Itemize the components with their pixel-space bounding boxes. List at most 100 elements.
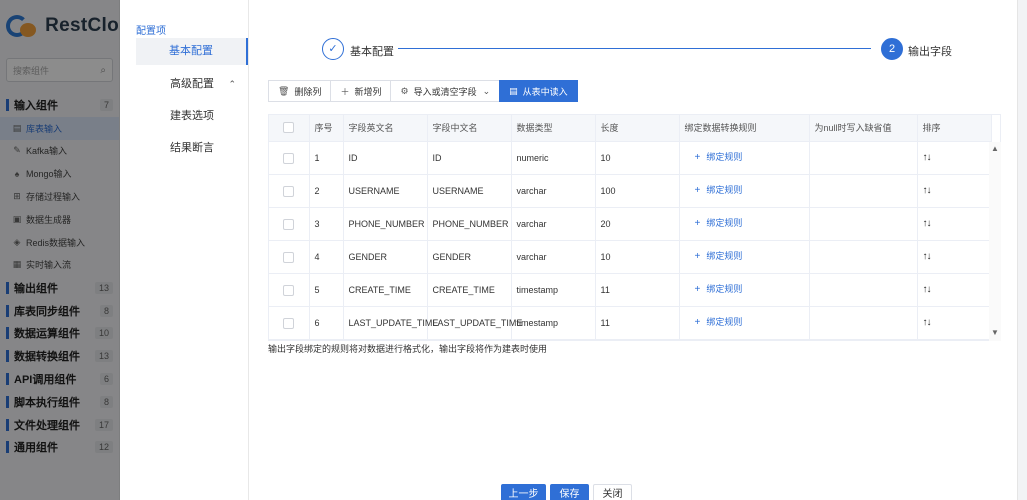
- scroll-down-icon[interactable]: ▼: [989, 328, 1001, 337]
- add-column-button[interactable]: ＋ 新增列: [330, 80, 392, 102]
- group-count: 17: [94, 418, 113, 431]
- sort-arrows-icon[interactable]: ↑↓: [923, 152, 932, 163]
- cell-en-name: USERNAME: [343, 174, 428, 208]
- group-script[interactable]: 脚本执行组件 8: [0, 390, 119, 413]
- search-icon: ⌕: [100, 64, 106, 76]
- component-search-input[interactable]: 搜索组件 ⌕: [6, 58, 113, 82]
- delete-column-button[interactable]: 🗑 删除列: [268, 80, 332, 102]
- row-checkbox[interactable]: [269, 207, 310, 241]
- save-button[interactable]: 保存: [550, 484, 589, 500]
- row-checkbox[interactable]: [269, 141, 310, 175]
- bind-rule-link[interactable]: + 绑定规则: [685, 251, 743, 262]
- cell-bind-rule: + 绑定规则: [679, 273, 810, 307]
- group-count: 13: [94, 350, 113, 363]
- sort-arrows-icon[interactable]: ↑↓: [923, 251, 932, 262]
- cell-cn-name: ID: [427, 141, 512, 175]
- page-scrollbar[interactable]: [1017, 0, 1027, 500]
- button-label: 删除列: [294, 86, 322, 97]
- bind-rule-link[interactable]: + 绑定规则: [685, 284, 743, 295]
- bind-rule-link[interactable]: + 绑定规则: [685, 317, 743, 328]
- bind-rule-label: 绑定规则: [706, 152, 743, 162]
- cell-type: varchar: [511, 174, 596, 208]
- sidebar-item-data-generator[interactable]: ▣ 数据生成器: [0, 208, 119, 231]
- table-row: 6 LAST_UPDATE_TIME LAST_UPDATE_TIME timesta…: [269, 306, 992, 340]
- item-label: 存储过程输入: [26, 192, 81, 203]
- cell-null-default[interactable]: [809, 273, 918, 307]
- cell-bind-rule: + 绑定规则: [679, 306, 810, 340]
- config-nav-advanced[interactable]: 高级配置 ⌃: [136, 71, 248, 98]
- group-table-sync[interactable]: 库表同步组件 8: [0, 299, 119, 322]
- config-nav-title: 配置项: [136, 26, 166, 37]
- config-nav-result-assert[interactable]: 结果断言: [136, 135, 248, 162]
- cell-null-default[interactable]: [809, 306, 918, 340]
- cell-type: varchar: [511, 207, 596, 241]
- sort-arrows-icon[interactable]: ↑↓: [923, 185, 932, 196]
- group-label: 数据运算组件: [6, 325, 80, 341]
- stream-icon: ▦: [12, 259, 22, 270]
- step-2-label: 输出字段: [908, 46, 952, 58]
- cell-cn-name: LAST_UPDATE_TIME: [427, 306, 522, 340]
- nav-label: 建表选项: [170, 110, 214, 122]
- group-count: 10: [94, 327, 113, 340]
- plus-icon: +: [694, 317, 701, 328]
- column-header: 字段中文名: [427, 115, 512, 142]
- cell-length: 100: [595, 174, 680, 208]
- group-input[interactable]: 输入组件 7: [0, 94, 119, 117]
- table-hint-text: 输出字段绑定的规则将对数据进行格式化，输出字段将作为建表时使用: [268, 344, 548, 354]
- cell-sort: ↑↓: [917, 174, 992, 208]
- chevron-down-icon: ⌄: [482, 85, 491, 96]
- cell-no: 6: [309, 306, 344, 340]
- previous-step-button[interactable]: 上一步: [501, 484, 546, 500]
- sidebar-item-mongo-input[interactable]: ♠ Mongo输入: [0, 162, 119, 185]
- sidebar-item-redis-input[interactable]: ◈ Redis数据输入: [0, 231, 119, 254]
- sort-arrows-icon[interactable]: ↑↓: [923, 317, 932, 328]
- group-common[interactable]: 通用组件 12: [0, 436, 119, 459]
- cell-type: varchar: [511, 240, 596, 274]
- bind-rule-link[interactable]: + 绑定规则: [685, 218, 743, 229]
- sidebar-item-table-input[interactable]: ▤ 库表输入: [0, 116, 119, 140]
- row-checkbox[interactable]: [269, 174, 310, 208]
- scroll-up-icon[interactable]: ▲: [989, 144, 1001, 153]
- config-nav-table-options[interactable]: 建表选项: [136, 103, 248, 130]
- cell-length: 11: [595, 306, 680, 340]
- group-output[interactable]: 输出组件 13: [0, 276, 119, 299]
- cell-no: 4: [309, 240, 344, 274]
- row-checkbox[interactable]: [269, 240, 310, 274]
- group-label: 输出组件: [6, 280, 58, 296]
- nav-label: 结果断言: [170, 142, 214, 154]
- sidebar-item-stream-input[interactable]: ▦ 实时输入流: [0, 254, 119, 277]
- bind-rule-link[interactable]: + 绑定规则: [685, 185, 743, 196]
- plus-icon: +: [694, 152, 701, 163]
- sort-arrows-icon[interactable]: ↑↓: [923, 218, 932, 229]
- row-checkbox[interactable]: [269, 306, 310, 340]
- sidebar-item-kafka-input[interactable]: ✎ Kafka输入: [0, 140, 119, 163]
- cell-null-default[interactable]: [809, 141, 918, 175]
- cell-type: timestamp: [511, 273, 596, 307]
- row-checkbox[interactable]: [269, 273, 310, 307]
- cell-null-default[interactable]: [809, 207, 918, 241]
- nav-label: 高级配置: [170, 78, 214, 90]
- cell-null-default[interactable]: [809, 174, 918, 208]
- table-scrollbar[interactable]: ▲ ▼: [989, 142, 1001, 341]
- import-clear-fields-dropdown[interactable]: ⚙ 导入或清空字段 ⌄: [390, 80, 501, 102]
- cell-null-default[interactable]: [809, 240, 918, 274]
- read-from-table-button[interactable]: ▤ 从表中读入: [499, 80, 578, 102]
- item-label: Kafka输入: [26, 146, 68, 157]
- group-data-transform[interactable]: 数据转换组件 13: [0, 345, 119, 368]
- config-nav-basic[interactable]: 基本配置: [136, 38, 248, 65]
- close-button[interactable]: 关闭: [593, 484, 632, 500]
- bind-rule-link[interactable]: + 绑定规则: [685, 152, 743, 163]
- cell-cn-name: CREATE_TIME: [427, 273, 512, 307]
- select-all-checkbox[interactable]: [269, 115, 310, 142]
- sidebar-item-procedure-input[interactable]: ⊞ 存储过程输入: [0, 185, 119, 208]
- cell-sort: ↑↓: [917, 207, 992, 241]
- group-api-call[interactable]: API调用组件 6: [0, 368, 119, 391]
- kafka-icon: ✎: [13, 145, 21, 156]
- logo-text: RestClo: [45, 15, 119, 36]
- item-label: 实时输入流: [26, 260, 72, 271]
- plus-icon: +: [694, 251, 701, 262]
- group-file[interactable]: 文件处理组件 17: [0, 413, 119, 436]
- step-1-done-icon: ✓: [322, 38, 344, 60]
- group-data-calc[interactable]: 数据运算组件 10: [0, 322, 119, 345]
- sort-arrows-icon[interactable]: ↑↓: [923, 284, 932, 295]
